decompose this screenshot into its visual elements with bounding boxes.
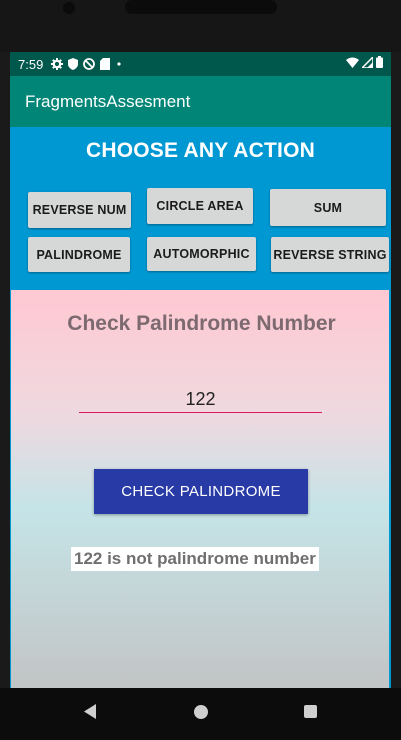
shield-icon <box>68 58 79 70</box>
circle-area-button[interactable]: CIRCLE AREA <box>147 188 253 224</box>
app-title: FragmentsAssesment <box>25 91 191 111</box>
palindrome-fragment: Check Palindrome Number CHECK PALINDROME… <box>10 290 391 688</box>
battery-icon <box>376 56 383 72</box>
device-bezel <box>0 0 401 52</box>
sd-card-icon <box>100 58 111 70</box>
notification-icons <box>51 58 123 70</box>
no-sync-icon <box>83 58 96 70</box>
sum-button[interactable]: SUM <box>270 189 386 226</box>
back-icon[interactable] <box>84 704 97 723</box>
dot-icon <box>115 58 123 70</box>
camera-lens <box>63 2 75 14</box>
app-toolbar: FragmentsAssesment <box>10 76 391 127</box>
signal-icon <box>360 54 374 72</box>
action-panel-title: CHOOSE ANY ACTION <box>86 139 315 162</box>
automorphic-button[interactable]: AUTOMORPHIC <box>147 237 256 271</box>
fragment-title: Check Palindrome Number <box>67 312 336 335</box>
reverse-string-button[interactable]: REVERSE STRING <box>271 237 389 272</box>
recents-icon[interactable] <box>304 705 317 718</box>
action-panel: CHOOSE ANY ACTION REVERSE NUM CIRCLE ARE… <box>10 127 391 290</box>
result-text: 122 is not palindrome number <box>71 547 319 571</box>
device-screen: 7:59 FragmentsAssesment CHOOSE ANY ACTIO… <box>10 52 391 688</box>
number-input[interactable] <box>79 386 322 413</box>
wifi-icon <box>346 57 359 72</box>
status-bar: 7:59 <box>10 52 391 76</box>
check-palindrome-button[interactable]: CHECK PALINDROME <box>94 469 308 514</box>
home-icon[interactable] <box>194 705 208 719</box>
palindrome-button[interactable]: PALINDROME <box>28 237 130 272</box>
status-time: 7:59 <box>18 56 44 72</box>
system-icons <box>346 54 383 72</box>
speaker-grille <box>125 0 277 14</box>
gear-icon <box>51 58 64 70</box>
reverse-num-button[interactable]: REVERSE NUM <box>28 192 131 228</box>
